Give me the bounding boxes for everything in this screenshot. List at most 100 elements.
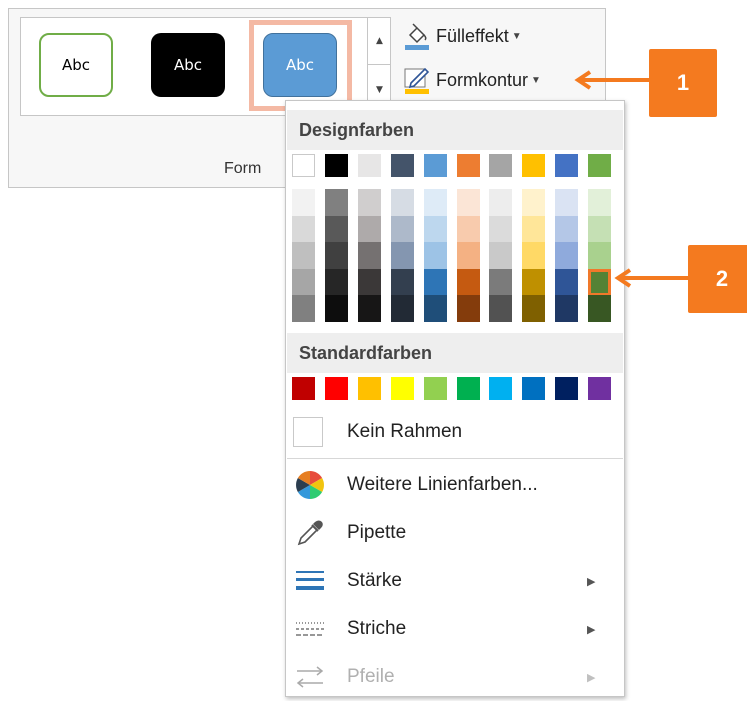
theme-shade-swatch[interactable]	[489, 242, 513, 269]
callout-badge-2: 2	[688, 245, 747, 313]
theme-shade-swatch[interactable]	[456, 242, 480, 269]
theme-color-swatch[interactable]	[588, 154, 612, 177]
theme-shade-swatch[interactable]	[555, 189, 579, 216]
theme-shade-swatch[interactable]	[390, 268, 414, 296]
theme-shade-swatch[interactable]	[489, 295, 513, 322]
submenu-arrow-icon: ▶	[587, 575, 596, 588]
theme-shade-swatch[interactable]	[324, 268, 348, 296]
theme-shade-swatch[interactable]	[522, 268, 546, 296]
standard-color-swatch[interactable]	[489, 377, 513, 400]
theme-shade-swatch[interactable]	[357, 242, 381, 269]
theme-shade-swatch[interactable]	[489, 189, 513, 216]
theme-shade-swatch[interactable]	[588, 189, 612, 216]
more-line-colors-item[interactable]: Weitere Linienfarben...	[287, 461, 623, 509]
theme-color-swatch[interactable]	[390, 154, 414, 177]
theme-color-swatch[interactable]	[423, 154, 447, 177]
theme-shade-swatch[interactable]	[390, 242, 414, 269]
theme-shade-swatch[interactable]	[588, 268, 612, 296]
weight-item[interactable]: Stärke ▶	[287, 557, 623, 605]
standard-color-swatch[interactable]	[522, 377, 546, 400]
theme-shade-swatch[interactable]	[522, 295, 546, 322]
dashes-item[interactable]: Striche ▶	[287, 605, 623, 653]
callout-arrow-2	[614, 268, 698, 288]
theme-shade-swatch[interactable]	[555, 295, 579, 322]
theme-shade-swatch[interactable]	[489, 268, 513, 296]
theme-shade-swatch[interactable]	[588, 295, 612, 322]
theme-shade-swatch[interactable]	[324, 295, 348, 322]
theme-color-swatch[interactable]	[292, 154, 315, 177]
theme-shade-swatch[interactable]	[423, 295, 447, 322]
theme-shade-swatch[interactable]	[555, 215, 579, 243]
theme-shade-swatch[interactable]	[588, 215, 612, 243]
shape-outline-label: Formkontur	[436, 69, 529, 90]
theme-shade-swatch[interactable]	[292, 189, 315, 216]
more-line-colors-label: Weitere Linienfarben...	[347, 474, 538, 495]
theme-shade-swatch[interactable]	[588, 242, 612, 269]
theme-shade-swatch[interactable]	[555, 242, 579, 269]
theme-shade-swatch[interactable]	[489, 215, 513, 243]
theme-shade-swatch[interactable]	[324, 189, 348, 216]
theme-shade-swatch[interactable]	[390, 189, 414, 216]
gallery-scroll-up-button[interactable]: ▲	[368, 17, 391, 65]
line-weight-icon	[293, 564, 327, 598]
theme-color-swatch[interactable]	[357, 154, 381, 177]
shape-style-outline-green[interactable]: Abc	[39, 33, 113, 97]
standard-color-swatch[interactable]	[292, 377, 315, 400]
theme-shade-swatch[interactable]	[292, 215, 315, 243]
theme-shade-swatch[interactable]	[555, 268, 579, 296]
theme-shade-swatch[interactable]	[456, 189, 480, 216]
triangle-down-icon: ▼	[376, 85, 383, 95]
theme-color-swatch[interactable]	[522, 154, 546, 177]
theme-shade-swatch[interactable]	[423, 242, 447, 269]
standard-color-swatch[interactable]	[324, 377, 348, 400]
theme-shade-swatch[interactable]	[522, 242, 546, 269]
fill-effect-label: Fülleffekt	[436, 25, 509, 46]
standard-color-swatch[interactable]	[588, 377, 612, 400]
no-outline-label: Kein Rahmen	[347, 421, 463, 442]
fill-effect-button[interactable]: Fülleffekt ▼	[402, 19, 522, 53]
empty-swatch-icon	[293, 417, 323, 447]
shape-outline-button[interactable]: Formkontur ▼	[402, 63, 541, 97]
eyedropper-icon	[293, 516, 327, 550]
no-outline-item[interactable]: Kein Rahmen	[287, 408, 623, 456]
standard-color-swatch[interactable]	[456, 377, 480, 400]
theme-color-swatch[interactable]	[555, 154, 579, 177]
shape-style-black[interactable]: Abc	[151, 33, 225, 97]
theme-shade-swatch[interactable]	[522, 189, 546, 216]
menu-separator	[287, 458, 623, 459]
theme-shade-swatch[interactable]	[456, 215, 480, 243]
theme-shade-swatch[interactable]	[357, 268, 381, 296]
standard-colors-header: Standardfarben	[287, 333, 623, 373]
paint-bucket-icon	[405, 23, 429, 50]
theme-color-swatch[interactable]	[324, 154, 348, 177]
theme-shade-swatch[interactable]	[522, 215, 546, 243]
standard-color-swatch[interactable]	[423, 377, 447, 400]
group-label: Form	[224, 160, 262, 177]
caret-down-icon: ▼	[531, 74, 541, 86]
theme-shade-swatch[interactable]	[292, 295, 315, 322]
pencil-outline-icon	[404, 67, 430, 94]
arrows-label: Pfeile	[347, 666, 395, 687]
theme-shade-swatch[interactable]	[324, 215, 348, 243]
theme-color-swatch[interactable]	[489, 154, 513, 177]
submenu-arrow-icon: ▶	[587, 623, 596, 636]
standard-color-swatch[interactable]	[555, 377, 579, 400]
theme-shade-swatch[interactable]	[390, 295, 414, 322]
theme-shade-swatch[interactable]	[456, 268, 480, 296]
eyedropper-item[interactable]: Pipette	[287, 509, 623, 557]
theme-shade-swatch[interactable]	[423, 268, 447, 296]
theme-shade-swatch[interactable]	[357, 215, 381, 243]
theme-shade-swatch[interactable]	[292, 268, 315, 296]
theme-shade-swatch[interactable]	[324, 242, 348, 269]
theme-shade-swatch[interactable]	[390, 215, 414, 243]
theme-shade-swatch[interactable]	[292, 242, 315, 269]
theme-shade-swatch[interactable]	[357, 189, 381, 216]
theme-shade-swatch[interactable]	[423, 215, 447, 243]
theme-shade-swatch[interactable]	[423, 189, 447, 216]
theme-color-swatch[interactable]	[456, 154, 480, 177]
standard-color-swatch[interactable]	[390, 377, 414, 400]
theme-shade-swatch[interactable]	[456, 295, 480, 322]
shape-style-blue[interactable]: Abc	[263, 33, 337, 97]
standard-color-swatch[interactable]	[357, 377, 381, 400]
theme-shade-swatch[interactable]	[357, 295, 381, 322]
